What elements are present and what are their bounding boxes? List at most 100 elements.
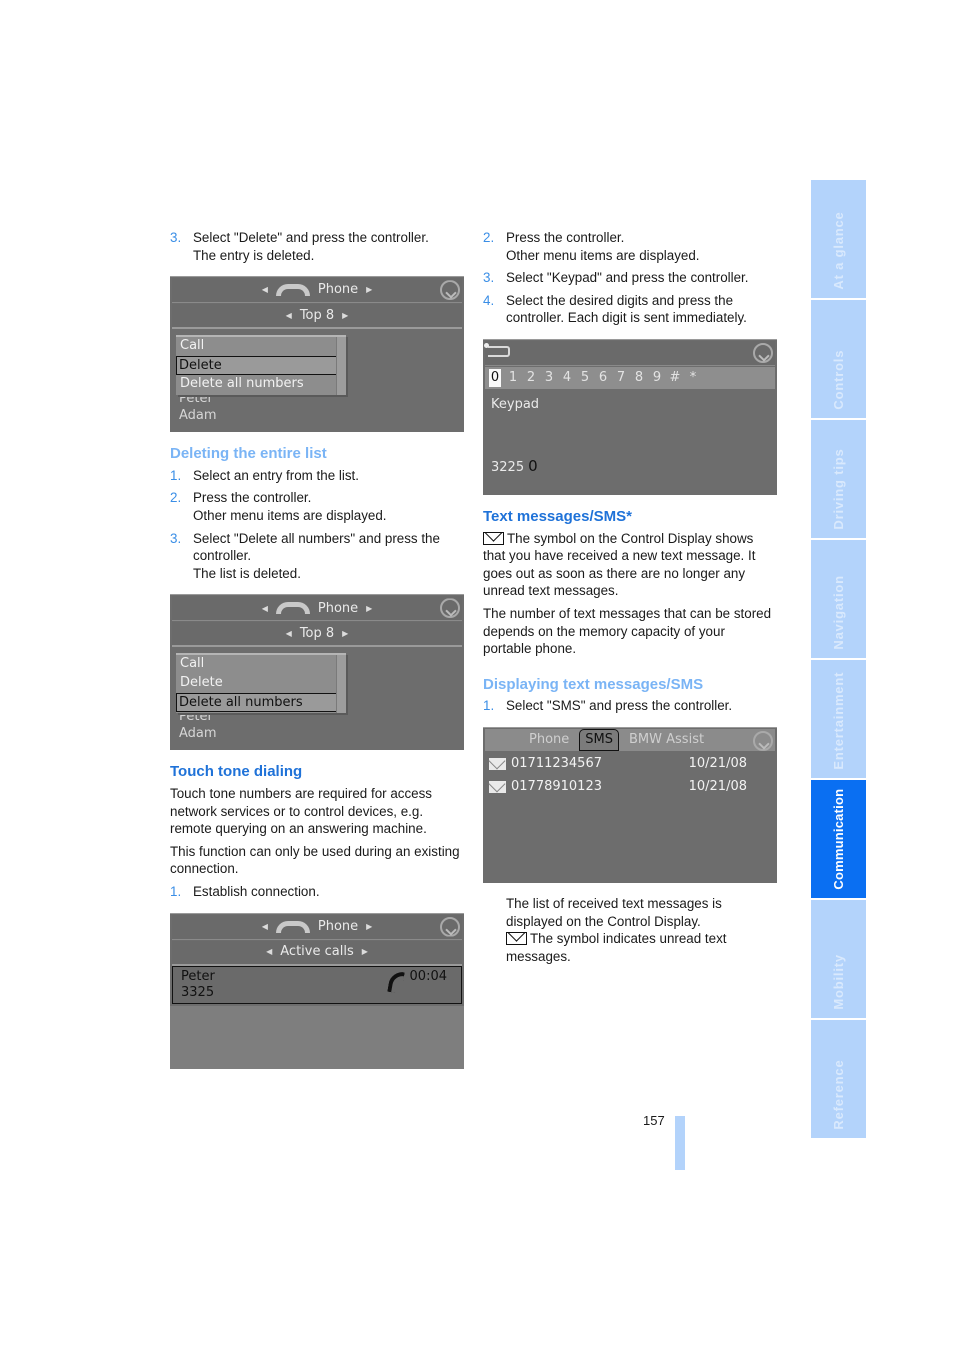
empty-area bbox=[170, 1005, 464, 1069]
page-marker bbox=[675, 1116, 685, 1170]
step-item: 3. Select "Keypad" and press the control… bbox=[483, 269, 777, 287]
keypad-key: 2 bbox=[526, 370, 536, 386]
step-number: 1. bbox=[170, 467, 182, 483]
tab-bar: Phone SMS BMW Assist bbox=[485, 728, 775, 751]
arrow-right-icon: ▶ bbox=[361, 947, 368, 957]
keypad-key: 7 bbox=[616, 370, 626, 386]
menu-item-delete: Delete bbox=[176, 356, 336, 376]
chapter-tab-entertainment[interactable]: Entertainment bbox=[811, 660, 866, 778]
step-text: Establish connection. bbox=[193, 883, 320, 899]
step-item: 1. Establish connection. bbox=[170, 883, 464, 901]
screen-subtitle: Top 8 bbox=[299, 626, 335, 642]
control-display-screenshot-sms: Phone SMS BMW Assist 01711234567 10/21/0… bbox=[483, 726, 777, 883]
chapter-tab-reference[interactable]: Reference bbox=[811, 1020, 866, 1138]
envelope-unread-icon bbox=[489, 757, 506, 770]
active-call-row: Peter 3325 00:04 bbox=[172, 965, 462, 1004]
chapter-tab-label: Controls bbox=[830, 350, 846, 410]
popup-menu: Call Delete Delete all numbers bbox=[176, 653, 346, 714]
step-text: Other menu items are displayed. bbox=[506, 247, 700, 263]
entered-digits: 3225 bbox=[491, 460, 525, 476]
keypad-entry: 3225 0 bbox=[491, 458, 538, 477]
header-bar: ◀ Phone ▶ bbox=[172, 914, 462, 940]
call-duration: 00:04 bbox=[409, 968, 447, 984]
step-number: 3. bbox=[483, 270, 495, 286]
screen-title: Phone bbox=[317, 282, 359, 298]
envelope-read-icon bbox=[489, 780, 506, 793]
paragraph: The symbol indicates unread text message… bbox=[506, 930, 777, 965]
step-text: The entry is deleted. bbox=[193, 247, 315, 263]
chapter-tab-mobility[interactable]: Mobility bbox=[811, 900, 866, 1018]
step-number: 1. bbox=[170, 883, 182, 899]
paragraph: The list of received text messages is di… bbox=[506, 895, 722, 929]
arrow-right-icon: ▶ bbox=[366, 921, 373, 931]
section-heading: Deleting the entire list bbox=[170, 445, 327, 463]
chapter-tab-communication[interactable]: Communication bbox=[811, 780, 866, 898]
sms-number: 01711234567 bbox=[511, 756, 602, 772]
subheader-bar: ◀ Top 8 ▶ bbox=[172, 304, 462, 330]
tab-bmw-assist: BMW Assist bbox=[629, 732, 705, 748]
menu-item-delete-all: Delete all numbers bbox=[176, 693, 336, 713]
menu-item-call: Call bbox=[180, 656, 205, 672]
caller-number: 3325 bbox=[181, 984, 215, 1000]
arrow-left-icon: ◀ bbox=[261, 603, 268, 613]
chapter-tab-label: Reference bbox=[830, 1059, 846, 1130]
popup-menu: Call Delete Delete all numbers bbox=[176, 335, 346, 396]
step-text: Select "Delete" and press the controller… bbox=[193, 230, 429, 245]
arrow-right-icon: ▶ bbox=[366, 285, 373, 295]
keypad-label: Keypad bbox=[491, 396, 540, 412]
sms-list-item: 01711234567 10/21/08 bbox=[489, 753, 747, 775]
chapter-tab-driving-tips[interactable]: Driving tips bbox=[811, 420, 866, 538]
control-display-screenshot-active-call: ◀ Phone ▶ ◀ Active calls ▶ Peter 3325 00… bbox=[170, 912, 464, 1069]
controller-icon bbox=[753, 730, 773, 751]
arrow-left-icon: ◀ bbox=[261, 285, 268, 295]
chapter-tab-at-a-glance[interactable]: At a glance bbox=[811, 180, 866, 298]
step-item: 1. Select an entry from the list. bbox=[170, 467, 464, 485]
menu-item-delete: Delete bbox=[180, 675, 223, 691]
sms-date: 10/21/08 bbox=[688, 756, 747, 772]
paragraph: The symbol on the Control Display shows … bbox=[483, 530, 777, 600]
subheader-bar: ◀ Active calls ▶ bbox=[172, 940, 462, 966]
arrow-left-icon: ◀ bbox=[266, 947, 273, 957]
chapter-tab-label: Communication bbox=[830, 789, 846, 890]
list-item: Adam bbox=[179, 726, 217, 742]
arrow-left-icon: ◀ bbox=[261, 921, 268, 931]
phone-handset-icon bbox=[275, 602, 310, 615]
phone-handset-icon bbox=[275, 920, 310, 933]
step-item: 1. Select "SMS" and press the controller… bbox=[483, 697, 777, 715]
screen-title: Phone bbox=[317, 600, 359, 616]
arrow-left-icon: ◀ bbox=[285, 629, 292, 639]
note-block: The list of received text messages is di… bbox=[483, 895, 777, 965]
step-number: 3. bbox=[170, 530, 182, 546]
subheader-bar: ◀ Top 8 ▶ bbox=[172, 622, 462, 648]
step-number: 3. bbox=[170, 230, 182, 245]
step-number: 2. bbox=[483, 230, 495, 245]
keypad-key: # bbox=[669, 370, 681, 386]
envelope-icon bbox=[506, 932, 527, 946]
header-bar bbox=[485, 340, 775, 366]
keypad-key: 4 bbox=[562, 370, 572, 386]
step-item: 2. Press the controller. Other menu item… bbox=[483, 229, 777, 264]
list-item: Adam bbox=[179, 408, 217, 424]
header-bar: ◀ Phone ▶ bbox=[172, 278, 462, 304]
step-text: Select an entry from the list. bbox=[193, 467, 359, 483]
step-text: Press the controller. bbox=[506, 230, 625, 245]
tab-sms: SMS bbox=[579, 728, 620, 751]
step-text: Select the desired digits and press the … bbox=[506, 292, 747, 326]
header-bar: ◀ Phone ▶ bbox=[172, 596, 462, 622]
arrow-right-icon: ▶ bbox=[342, 629, 349, 639]
step-item: 3. Select "Delete" and press the control… bbox=[170, 229, 464, 264]
step-item: 2. Press the controller. Other menu item… bbox=[170, 489, 464, 524]
chapter-tab-navigation[interactable]: Navigation bbox=[811, 540, 866, 658]
right-column: 2. Press the controller. Other menu item… bbox=[483, 229, 777, 965]
step-text: Other menu items are displayed. bbox=[193, 507, 387, 523]
screen-subtitle: Top 8 bbox=[299, 307, 335, 323]
control-display-screenshot-keypad: 0 1 2 3 4 5 6 7 8 9 # * Keypad 3225 0 bbox=[483, 338, 777, 495]
left-column: 3. Select "Delete" and press the control… bbox=[170, 229, 464, 1081]
back-icon bbox=[484, 342, 510, 357]
chapter-tab-controls[interactable]: Controls bbox=[811, 300, 866, 418]
envelope-icon bbox=[483, 531, 504, 545]
menu-item-delete-all: Delete all numbers bbox=[180, 376, 304, 392]
chapter-tab-label: At a glance bbox=[830, 211, 846, 290]
paragraph: The number of text messages that can be … bbox=[483, 605, 772, 657]
step-number: 1. bbox=[483, 698, 495, 714]
